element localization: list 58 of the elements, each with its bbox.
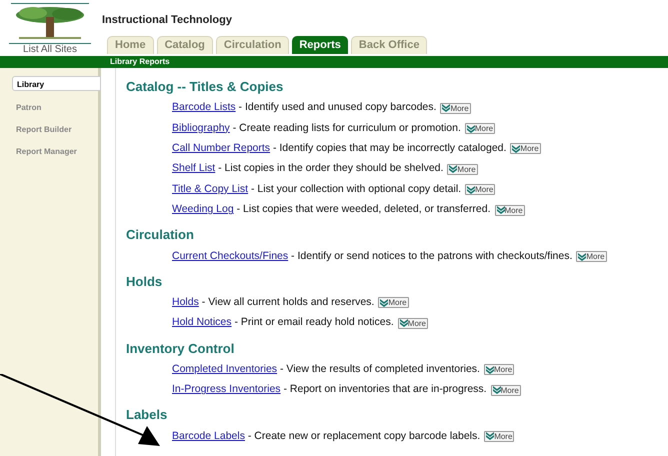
report-description: - Identify used and unused copy barcodes.	[238, 100, 436, 116]
double-chevron-icon	[442, 104, 450, 112]
more-button[interactable]: More	[440, 102, 471, 114]
report-link[interactable]: Barcode Lists	[172, 100, 236, 116]
double-chevron-icon	[496, 206, 504, 214]
section-heading: Holds	[126, 272, 164, 291]
more-button[interactable]: More	[510, 143, 541, 154]
report-link[interactable]: Holds	[172, 295, 199, 311]
report-description: - Identify or send notices to the patrons with checkouts/fines.	[290, 248, 572, 264]
double-chevron-icon	[578, 252, 586, 261]
double-chevron-icon	[492, 386, 501, 394]
double-chevron-icon	[380, 298, 388, 307]
double-chevron-icon	[467, 186, 476, 194]
double-chevron-icon	[486, 366, 494, 374]
report-description: - View all current holds and reserves.	[200, 295, 374, 310]
report-link[interactable]: Current Checkouts/Fines	[172, 248, 288, 264]
section-heading: Inventory Control	[126, 340, 236, 358]
more-button[interactable]: More	[464, 123, 496, 134]
more-button[interactable]: More	[484, 364, 514, 376]
more-button[interactable]: More	[447, 164, 478, 175]
report-link[interactable]: Completed Inventories	[172, 362, 278, 378]
section-heading: Circulation	[126, 226, 195, 244]
more-button[interactable]: More	[490, 384, 521, 396]
report-link[interactable]: Weeding Log	[172, 202, 234, 218]
report-description: - View the results of completed inventories.	[278, 362, 480, 377]
more-button[interactable]: More	[484, 430, 514, 442]
more-button[interactable]: More	[576, 251, 607, 262]
double-chevron-icon	[486, 432, 494, 440]
report-description: - List copies in the order they should be shelved.	[217, 161, 444, 176]
list-all-sites-link[interactable]: List All Sites	[23, 44, 77, 56]
report-link[interactable]: Barcode Labels	[172, 428, 245, 444]
report-description: - List your collection with optional copy detail.	[250, 182, 462, 197]
report-description: - Identify copies that may be incorrectly cataloged.	[272, 141, 506, 156]
double-chevron-icon	[512, 144, 520, 153]
report-description: - Report on inventories that are in-progress.	[282, 382, 487, 398]
report-link[interactable]: Title & Copy List	[172, 182, 248, 198]
sidebar-item[interactable]: Library	[12, 76, 101, 91]
report-link[interactable]: Shelf List	[172, 161, 216, 178]
report-link[interactable]: In-Progress Inventories	[172, 382, 281, 398]
report-link[interactable]: Call Number Reports	[172, 141, 270, 157]
more-button[interactable]: More	[378, 297, 409, 308]
report-description: - Create new or replacement copy barcode labels.	[246, 428, 480, 444]
double-chevron-icon	[400, 319, 408, 328]
report-link[interactable]: Hold Notices	[172, 315, 232, 332]
subnav-link[interactable]: Library Reports	[110, 56, 170, 68]
more-button[interactable]: More	[494, 204, 525, 216]
report-description: - Print or email ready hold notices.	[233, 315, 394, 330]
site-title: Instructional Technology	[102, 13, 233, 27]
double-chevron-icon	[449, 165, 458, 174]
nav-tab[interactable]: Reports	[292, 36, 348, 54]
more-button[interactable]: More	[465, 184, 496, 196]
report-description: - Create reading lists for curriculum or promotion.	[232, 120, 461, 136]
report-link[interactable]: Bibliography	[172, 120, 230, 136]
double-chevron-icon	[466, 124, 475, 133]
section-heading: Catalog -- Titles & Copies	[126, 78, 284, 96]
more-button[interactable]: More	[398, 318, 428, 329]
report-description: - List copies that were weeded, deleted, or transferred.	[236, 202, 490, 218]
section-heading: Labels	[126, 406, 168, 424]
